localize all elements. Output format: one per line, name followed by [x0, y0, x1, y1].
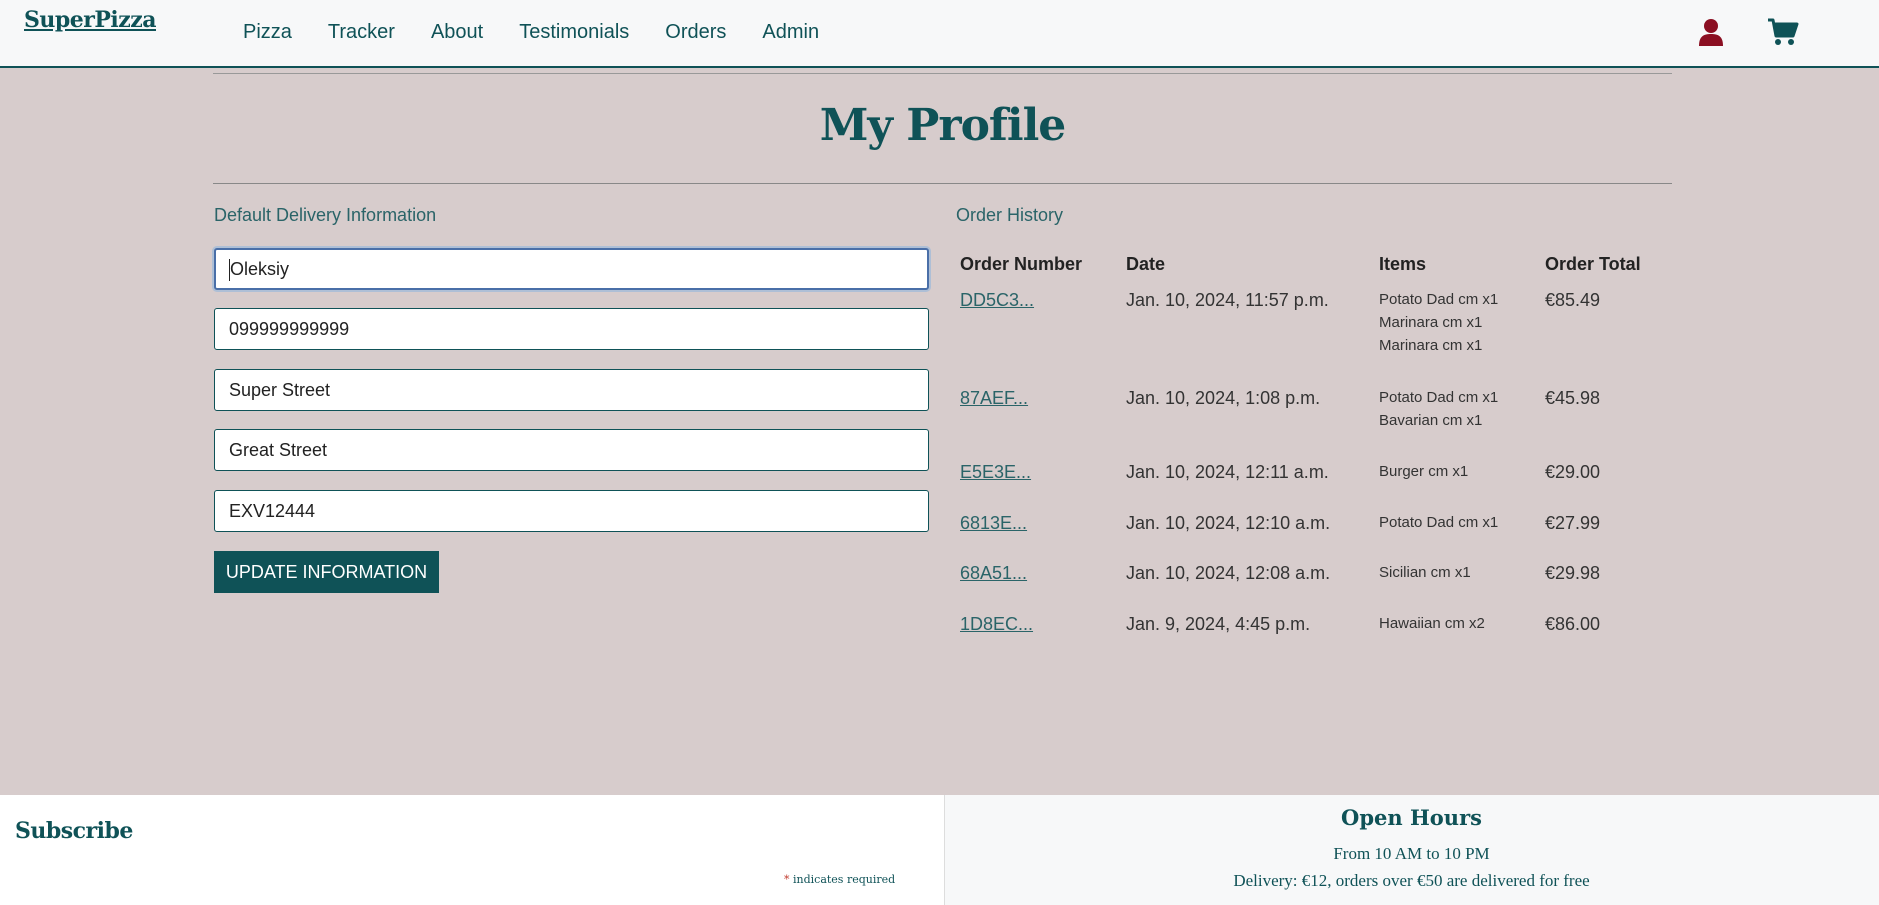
nav-link-orders[interactable]: Orders	[665, 19, 726, 45]
page-title: My Profile	[819, 100, 1067, 151]
order-date: Jan. 10, 2024, 12:11 a.m.	[1126, 462, 1329, 482]
nav-link-admin[interactable]: Admin	[762, 19, 819, 45]
order-item: Potato Dad cm x1	[1379, 389, 1499, 406]
order-item: Hawaiian cm x2	[1379, 615, 1485, 632]
order-date: Jan. 10, 2024, 1:08 p.m.	[1126, 388, 1321, 408]
order-number-link[interactable]: DD5C3...	[960, 290, 1034, 311]
order-number-link[interactable]: 6813E...	[960, 513, 1027, 534]
name-field[interactable]: Oleksiy	[214, 248, 929, 290]
order-total: €86.00	[1545, 614, 1601, 634]
column-header-order-number: Order Number	[960, 254, 1083, 274]
order-history-heading: Order History	[956, 205, 1064, 225]
subscribe-heading: Subscribe	[15, 818, 133, 844]
order-item: Marinara cm x1	[1379, 314, 1483, 331]
nav-link-pizza[interactable]: Pizza	[243, 19, 292, 45]
order-date: Jan. 10, 2024, 12:10 a.m.	[1126, 513, 1331, 533]
order-items: Sicilian cm x1	[1379, 561, 1471, 584]
nav-link-about[interactable]: About	[431, 19, 483, 45]
user-icon[interactable]	[1696, 17, 1726, 47]
order-items: Potato Dad cm x1 Marinara cm x1 Marinara…	[1379, 288, 1498, 357]
order-total: €29.00	[1545, 462, 1601, 482]
street-address-2-field[interactable]: Great Street	[214, 429, 929, 471]
open-hours-title: Open Hours	[1341, 805, 1482, 830]
order-number-link[interactable]: 1D8EC...	[960, 614, 1033, 635]
nav-link-tracker[interactable]: Tracker	[328, 19, 395, 45]
subscribe-panel	[0, 795, 944, 905]
required-star: *	[784, 873, 790, 886]
order-total: €85.49	[1545, 290, 1601, 310]
order-item: Potato Dad cm x1	[1379, 291, 1499, 308]
street-address-1-field[interactable]: Super Street	[214, 369, 929, 411]
order-total: €29.98	[1545, 563, 1601, 583]
nav-links: Pizza Tracker About Testimonials Orders …	[243, 19, 855, 45]
open-hours-text: From 10 AM to 10 PM	[1333, 844, 1490, 863]
delivery-info-text: Delivery: €12, orders over €50 are deliv…	[1233, 871, 1590, 890]
brand-logo[interactable]: SuperPizza	[24, 7, 157, 33]
nav-link-testimonials[interactable]: Testimonials	[519, 19, 629, 45]
eircode-field[interactable]: EXV12444	[214, 490, 929, 532]
navbar: SuperPizza Pizza Tracker About Testimoni…	[0, 0, 1879, 68]
order-date: Jan. 9, 2024, 4:45 p.m.	[1126, 614, 1311, 634]
order-number-link[interactable]: 68A51...	[960, 563, 1027, 584]
cart-icon[interactable]	[1767, 17, 1799, 47]
order-total: €45.98	[1545, 388, 1601, 408]
required-note: * indicates required	[784, 873, 895, 886]
name-value: Oleksiy	[230, 259, 290, 279]
order-items: Burger cm x1	[1379, 460, 1468, 483]
order-number-link[interactable]: E5E3E...	[960, 462, 1031, 483]
order-date: Jan. 10, 2024, 12:08 a.m.	[1126, 563, 1331, 583]
delivery-info-heading: Default Delivery Information	[214, 205, 437, 225]
order-items: Hawaiian cm x2	[1379, 612, 1485, 635]
order-items: Potato Dad cm x1 Bavarian cm x1	[1379, 386, 1498, 432]
column-header-order-total: Order Total	[1545, 254, 1641, 274]
order-items: Potato Dad cm x1	[1379, 511, 1498, 534]
order-item: Sicilian cm x1	[1379, 564, 1471, 581]
column-header-items: Items	[1379, 254, 1427, 274]
required-note-text: indicates required	[793, 873, 896, 886]
order-number-link[interactable]: 87AEF...	[960, 388, 1028, 409]
update-information-button[interactable]: UPDATE INFORMATION	[214, 551, 439, 593]
top-divider	[213, 73, 1672, 74]
order-item: Marinara cm x1	[1379, 337, 1483, 354]
order-item: Burger cm x1	[1379, 463, 1469, 480]
column-header-date: Date	[1126, 254, 1166, 274]
order-date: Jan. 10, 2024, 11:57 p.m.	[1126, 290, 1329, 310]
title-divider	[213, 183, 1672, 184]
order-total: €27.99	[1545, 513, 1601, 533]
order-item: Potato Dad cm x1	[1379, 514, 1499, 531]
order-item: Bavarian cm x1	[1379, 412, 1483, 429]
phone-field[interactable]: 099999999999	[214, 308, 929, 350]
